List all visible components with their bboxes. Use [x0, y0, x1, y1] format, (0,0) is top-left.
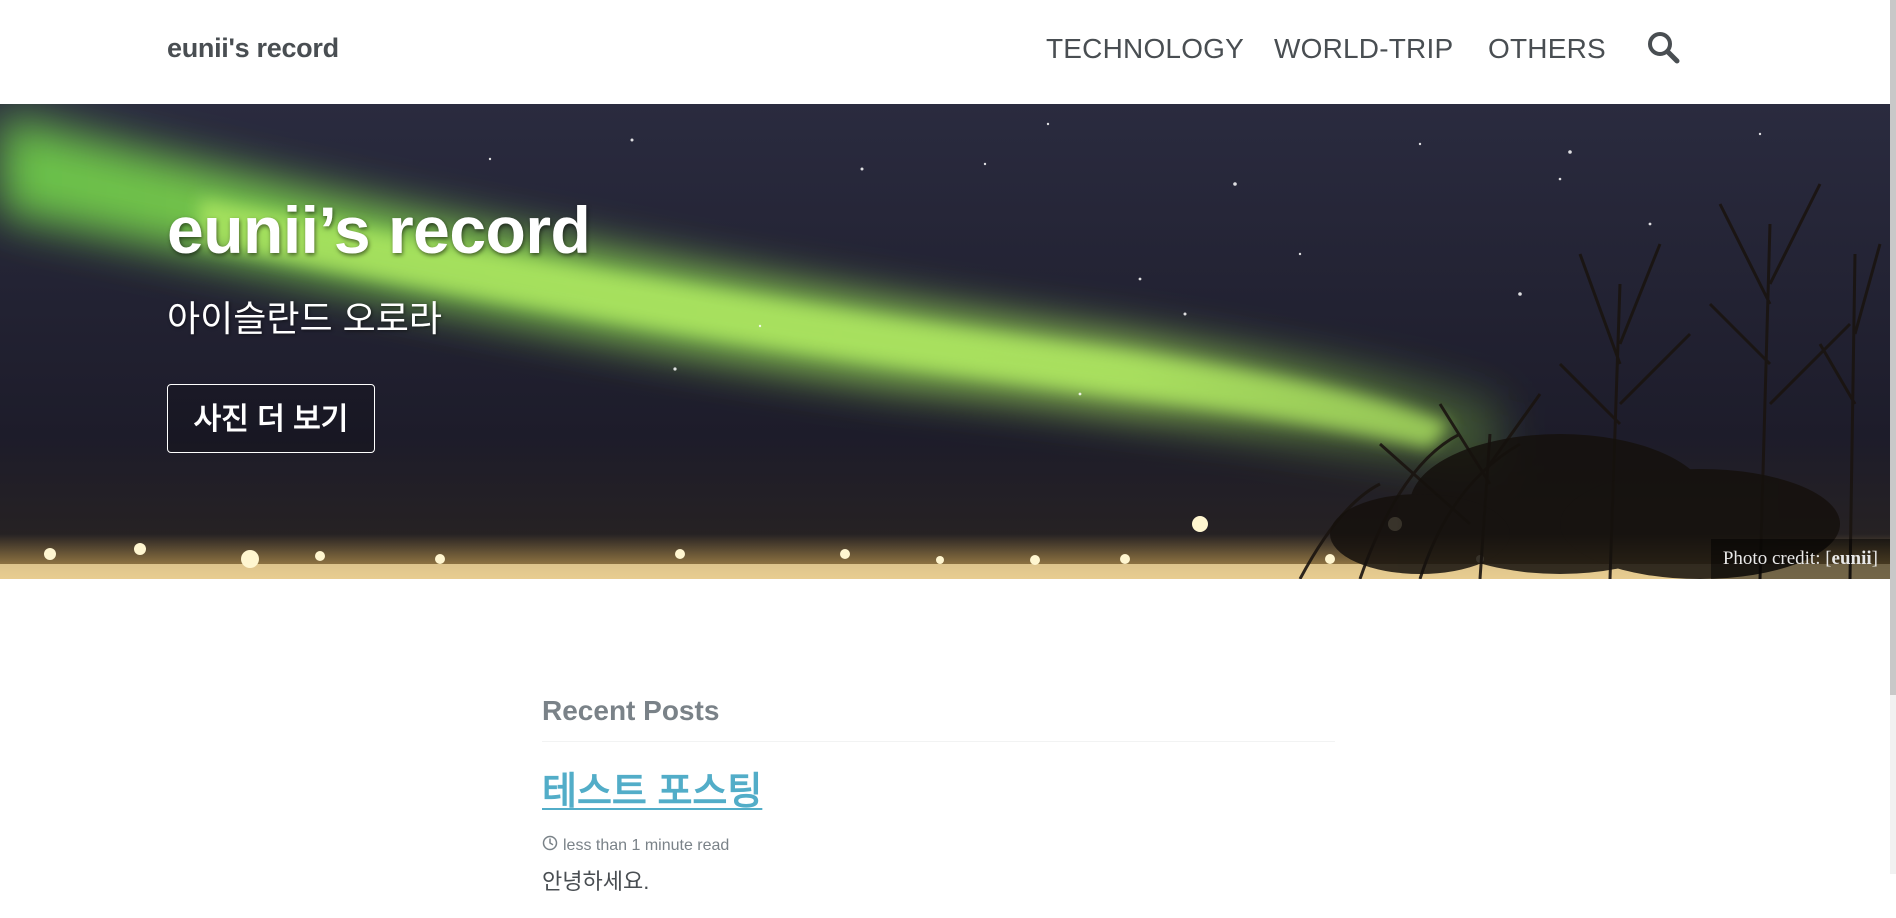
- site-title-link[interactable]: eunii's record: [167, 33, 339, 64]
- photo-credit-prefix: Photo credit: [: [1722, 548, 1832, 569]
- masthead: eunii's record TECHNOLOGY WORLD-TRIP OTH…: [0, 0, 1890, 105]
- hero-excerpt: 아이슬란드 오로라: [167, 298, 442, 339]
- post-title-link[interactable]: 테스트 포스팅: [542, 760, 1335, 815]
- nav-world-trip[interactable]: WORLD-TRIP: [1274, 33, 1453, 65]
- hero-banner: eunii’s record 아이슬란드 오로라 사진 더 보기 Photo c…: [0, 104, 1890, 579]
- photo-credit: Photo credit: [eunii]: [1710, 539, 1890, 579]
- hero-title: eunii’s record: [167, 193, 591, 267]
- scrollbar-thumb[interactable]: [1890, 0, 1896, 695]
- nav-others[interactable]: OTHERS: [1488, 33, 1606, 65]
- clock-icon: [542, 835, 558, 856]
- read-time-text: less than 1 minute read: [563, 836, 730, 854]
- post-item: 테스트 포스팅 less than 1 minute read 안녕하세요.: [542, 760, 1335, 896]
- view-more-photos-button[interactable]: 사진 더 보기: [167, 384, 375, 453]
- photo-credit-suffix: ]: [1871, 548, 1878, 569]
- post-excerpt: 안녕하세요.: [542, 869, 650, 894]
- page-scrollbar[interactable]: [1890, 0, 1896, 874]
- recent-posts-heading: Recent Posts: [542, 695, 1335, 742]
- photo-credit-link[interactable]: eunii: [1832, 548, 1872, 569]
- read-time: less than 1 minute read: [542, 835, 1335, 856]
- nav-technology[interactable]: TECHNOLOGY: [1046, 33, 1244, 65]
- search-icon[interactable]: [1646, 30, 1682, 66]
- main-content: Recent Posts 테스트 포스팅 less than 1 minute …: [542, 695, 1335, 918]
